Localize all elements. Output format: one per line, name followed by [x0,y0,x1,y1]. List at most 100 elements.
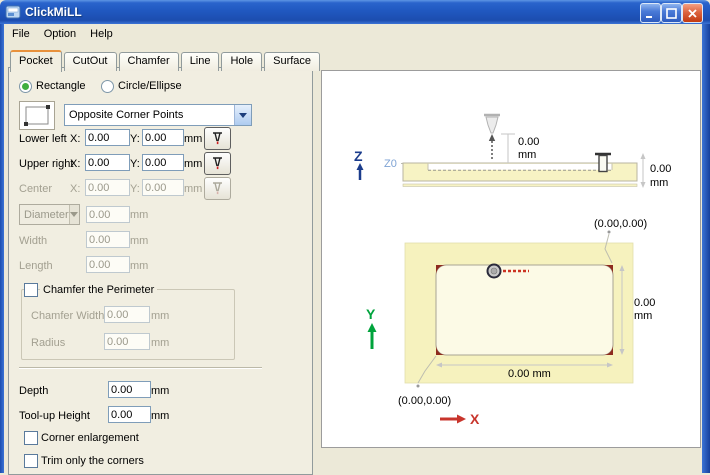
center-x-input [85,179,130,196]
upper-right-x-input[interactable] [85,154,130,171]
rectangle-preview-icon [19,101,55,130]
tool-pick-icon [211,181,224,196]
z-axis-label: Z [354,148,363,164]
tab-strip: Pocket CutOut Chamfer Line Hole Surface [10,49,320,71]
menu-bar: File Option Help [5,26,120,44]
radio-rectangle[interactable] [19,80,32,93]
y-prefix: Y: [130,183,140,195]
tab-pocket[interactable]: Pocket [10,50,62,72]
length-label: Length [19,260,53,272]
window-border-right [702,24,710,473]
toolup-height-label: Tool-up Height [19,410,90,422]
lower-left-y-input[interactable] [142,129,184,146]
radius-input [104,333,150,350]
x-prefix: X: [70,133,80,145]
length-input [86,256,130,273]
unit-label: mm [151,310,169,322]
tool-pick-icon [211,156,224,171]
close-icon [687,8,698,19]
unit-label: mm [130,260,148,272]
preview-drawing: Z Z0 0.00 mm [322,71,698,445]
width-label: Width [19,235,47,247]
tab-surface[interactable]: Surface [264,52,320,71]
unit-label: mm [151,337,169,349]
clickmill-window: { "window": { "title": "ClickMiLL" }, "m… [0,0,710,473]
radio-rectangle-label: Rectangle [36,80,86,92]
menu-option[interactable]: Option [37,26,83,44]
lower-left-tool-pick-button[interactable] [204,127,231,150]
x-prefix: X: [70,183,80,195]
unit-label: mm [184,133,202,145]
stock-bottom-line [403,184,637,187]
window-border-left [0,24,4,473]
unit-label: mm [130,235,148,247]
tab-hole[interactable]: Hole [221,52,262,71]
top-view: (0.00,0.00) 0.00 mm 0.00 mm (0.00,0.00) … [366,218,655,427]
side-view: Z Z0 0.00 mm [354,115,671,189]
y-axis-label: Y [366,306,376,322]
trim-corners-checkbox[interactable] [24,454,38,468]
y-prefix: Y: [130,158,140,170]
unit-label: mm [130,209,148,221]
minimize-icon [645,8,656,19]
x-axis-label: X [470,411,480,427]
depth-input[interactable] [108,381,151,398]
origin-bottom-left-label: (0.00,0.00) [398,395,451,407]
radio-circle-ellipse[interactable] [101,80,114,93]
depth-label: Depth [19,385,48,397]
radius-label: Radius [31,337,65,349]
maximize-button[interactable] [661,3,682,23]
z-zero-label: Z0 [384,158,397,170]
close-button[interactable] [682,3,703,23]
tab-line[interactable]: Line [181,52,220,71]
maximize-icon [666,8,677,19]
dropdown-arrow-icon [69,205,79,224]
chamfer-perimeter-checkbox[interactable] [24,283,38,297]
window-title: ClickMiLL [25,5,82,19]
menu-help[interactable]: Help [83,26,120,44]
origin-top-right-label: (0.00,0.00) [594,218,647,230]
diameter-dropdown-value: Diameter [20,209,69,221]
dropdown-arrow-icon[interactable] [234,105,251,125]
y-prefix: Y: [130,133,140,145]
tool-above-icon [484,115,500,133]
pocket-recess [428,164,612,170]
minimize-button[interactable] [640,3,661,23]
unit-label: mm [151,410,169,422]
corner-enlargement-checkbox[interactable] [24,431,38,445]
tab-chamfer[interactable]: Chamfer [119,52,179,71]
chamfer-width-input [104,306,150,323]
unit-label: mm [151,385,169,397]
lower-left-label: Lower left [19,133,67,145]
toolup-dim-unit: mm [518,149,536,161]
tab-cutout[interactable]: CutOut [64,52,117,71]
unit-label: mm [184,183,202,195]
corner-mode-dropdown[interactable]: Opposite Corner Points [64,104,252,126]
depth-dim-unit: mm [650,177,668,189]
height-dim-unit: mm [634,310,652,322]
width-dim-value: 0.00 mm [508,368,551,380]
toolup-dim-value: 0.00 [518,136,539,148]
upper-right-y-input[interactable] [142,154,184,171]
corner-enlargement-label: Corner enlargement [41,432,139,444]
toolup-height-input[interactable] [108,406,151,423]
depth-dim-value: 0.00 [650,163,671,175]
diameter-input [86,206,130,223]
center-label: Center [19,183,52,195]
radio-circle-ellipse-label: Circle/Ellipse [118,80,182,92]
corner-mode-value: Opposite Corner Points [65,109,234,121]
trim-corners-label: Trim only the corners [41,455,144,467]
separator [19,367,262,369]
upper-right-tool-pick-button[interactable] [204,152,231,175]
chamfer-perimeter-label: Chamfer the Perimeter [40,284,157,296]
menu-file[interactable]: File [5,26,37,44]
x-prefix: X: [70,158,80,170]
lower-left-x-input[interactable] [85,129,130,146]
unit-label: mm [184,158,202,170]
diameter-dropdown: Diameter [19,204,80,225]
preview-panel: Z Z0 0.00 mm [321,70,701,448]
title-bar[interactable]: ClickMiLL [0,0,710,24]
center-tool-pick-button [204,177,231,200]
pocket-outline [436,265,613,355]
height-dim-value: 0.00 [634,297,655,309]
